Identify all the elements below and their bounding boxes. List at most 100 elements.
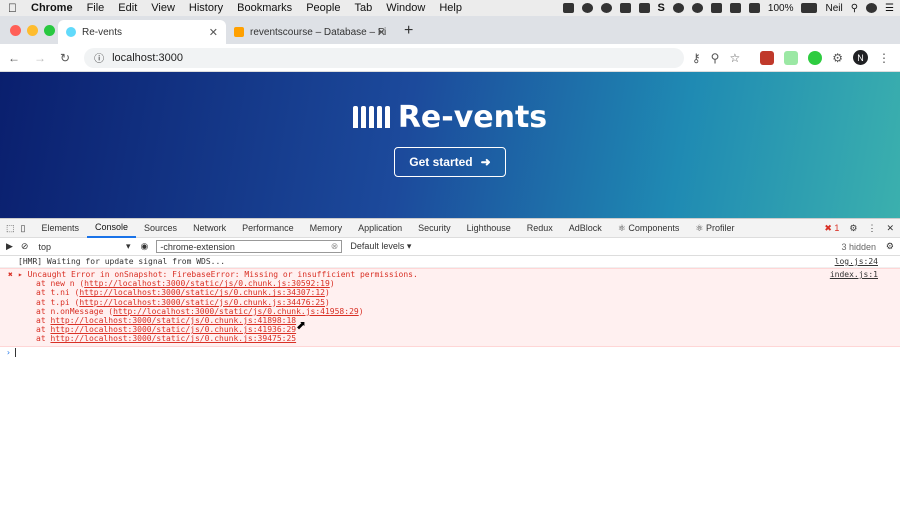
window-icon[interactable] xyxy=(638,3,650,13)
key-icon[interactable]: ⚷ xyxy=(692,51,701,65)
menu-view[interactable]: View xyxy=(151,2,175,14)
info-icon[interactable]: ⓘ xyxy=(94,50,104,65)
chat-icon[interactable] xyxy=(600,3,612,13)
error-source-link[interactable]: index.js:1 xyxy=(830,270,878,279)
menu-history[interactable]: History xyxy=(189,2,223,14)
tab-firebase[interactable]: reventscourse – Database – Fi ✕ xyxy=(226,20,394,44)
minimize-window-button[interactable] xyxy=(27,25,38,36)
puzzle-extensions-icon[interactable]: ⚙ xyxy=(832,51,843,65)
arrow-right-icon: ➜ xyxy=(480,154,491,169)
console-toolbar: ▶ ⊘ top ▾ ◉ -chrome-extension ⊗ Default … xyxy=(0,238,900,256)
s-icon[interactable]: S xyxy=(658,2,665,14)
log-message: [HMR] Waiting for update signal from WDS… xyxy=(18,257,226,266)
brand-title: Re-vents xyxy=(397,99,548,135)
error-icon: ✖ xyxy=(8,270,13,279)
menu-app-name[interactable]: Chrome xyxy=(31,2,73,14)
tab-network[interactable]: Network xyxy=(185,218,234,238)
battery-percent[interactable]: 100% xyxy=(768,3,794,14)
tab-components[interactable]: ⚛ Components xyxy=(610,218,688,238)
clock-icon[interactable] xyxy=(691,3,703,13)
tab-console[interactable]: Console xyxy=(87,218,137,238)
context-select[interactable]: top ▾ xyxy=(36,240,132,253)
profile-avatar[interactable]: N xyxy=(853,50,868,65)
grid-icon[interactable] xyxy=(710,3,722,13)
tray-app-icon[interactable] xyxy=(562,3,574,13)
close-tab-icon[interactable]: ✕ xyxy=(377,26,386,39)
menu-window[interactable]: Window xyxy=(386,2,425,14)
console-filter-input[interactable]: -chrome-extension ⊗ xyxy=(156,240,343,253)
frame-prefix: at xyxy=(36,334,51,344)
error-count: 1 xyxy=(834,222,840,233)
maximize-window-button[interactable] xyxy=(44,25,55,36)
spotlight-icon[interactable]: ⚲ xyxy=(851,3,858,14)
stack-link[interactable]: http://localhost:3000/static/js/0.chunk.… xyxy=(50,316,296,325)
menu-file[interactable]: File xyxy=(87,2,105,14)
menu-help[interactable]: Help xyxy=(439,2,462,14)
wifi-icon[interactable] xyxy=(729,3,741,13)
control-center-icon[interactable]: ☰ xyxy=(885,3,894,14)
siri-icon[interactable] xyxy=(866,3,878,13)
redux-extension-icon[interactable] xyxy=(784,50,799,65)
tab-title: reventscourse – Database – Fi xyxy=(249,26,386,38)
close-window-button[interactable] xyxy=(10,25,21,36)
new-tab-button[interactable]: + xyxy=(404,22,413,40)
levels-dropdown[interactable]: Default levels ▾ xyxy=(350,241,411,252)
forward-icon[interactable]: → xyxy=(34,51,46,65)
tab-lighthouse[interactable]: Lighthouse xyxy=(459,218,519,238)
screen-icon[interactable] xyxy=(619,3,631,13)
clear-console-icon[interactable]: ⊘ xyxy=(21,241,29,252)
volume-icon[interactable] xyxy=(748,3,760,13)
tab-redux[interactable]: Redux xyxy=(519,218,561,238)
menu-tab[interactable]: Tab xyxy=(354,2,372,14)
menu-people[interactable]: People xyxy=(306,2,340,14)
window-controls xyxy=(10,25,55,36)
close-devtools-icon[interactable]: ✕ xyxy=(886,223,894,234)
error-count-badge[interactable]: ✖ 1 xyxy=(824,223,839,234)
tab-sources[interactable]: Sources xyxy=(136,218,185,238)
stack-link[interactable]: http://localhost:3000/static/js/0.chunk.… xyxy=(84,279,330,288)
more-menu-icon[interactable]: ⋮ xyxy=(878,51,890,65)
adblock-extension-icon[interactable] xyxy=(808,50,823,65)
live-expression-eye-icon[interactable]: ◉ xyxy=(140,241,148,252)
tab-adblock[interactable]: AdBlock xyxy=(561,218,610,238)
address-bar[interactable]: ⓘ localhost:3000 xyxy=(84,47,685,68)
clear-filter-icon[interactable]: ⊗ xyxy=(331,241,339,252)
devtools-more-icon[interactable]: ⋮ xyxy=(867,223,876,234)
tab-profiler[interactable]: ⚛ Profiler xyxy=(687,218,742,238)
sidebar-toggle-icon[interactable]: ▶ xyxy=(6,241,13,252)
back-icon[interactable]: ← xyxy=(8,51,20,65)
zoom-icon[interactable]: ⚲ xyxy=(711,51,720,65)
cloud-icon[interactable] xyxy=(581,3,593,13)
browser-tab-bar: Re-vents ✕ reventscourse – Database – Fi… xyxy=(0,16,900,44)
console-prompt[interactable]: › xyxy=(0,347,900,359)
user-name[interactable]: Neil xyxy=(825,3,842,14)
bookmark-star-icon[interactable]: ☆ xyxy=(729,51,740,65)
tab-security[interactable]: Security xyxy=(410,218,459,238)
expand-triangle-icon[interactable]: ▸ xyxy=(18,270,23,279)
stack-link[interactable]: http://localhost:3000/static/js/0.chunk.… xyxy=(113,307,359,316)
get-started-button[interactable]: Get started ➜ xyxy=(394,146,506,177)
tab-revents[interactable]: Re-vents ✕ xyxy=(58,20,226,44)
inspect-icon[interactable]: ⬚ xyxy=(6,223,15,234)
drive-icon[interactable] xyxy=(672,3,684,13)
device-toggle-icon[interactable]: ▯ xyxy=(21,223,26,234)
tab-performance[interactable]: Performance xyxy=(234,218,302,238)
reload-icon[interactable]: ↻ xyxy=(60,51,70,65)
menu-bookmarks[interactable]: Bookmarks xyxy=(237,2,292,14)
close-tab-icon[interactable]: ✕ xyxy=(209,26,218,39)
stack-link[interactable]: http://localhost:3000/static/js/0.chunk.… xyxy=(79,288,325,297)
stack-link[interactable]: http://localhost:3000/static/js/0.chunk.… xyxy=(50,325,296,334)
ublock-extension-icon[interactable] xyxy=(760,50,775,65)
error-message[interactable]: Uncaught Error in onSnapshot: FirebaseEr… xyxy=(28,270,418,279)
settings-gear-icon[interactable]: ⚙ xyxy=(849,223,857,234)
log-source-link[interactable]: log.js:24 xyxy=(835,257,878,266)
tab-application[interactable]: Application xyxy=(350,218,410,238)
stack-link[interactable]: http://localhost:3000/static/js/0.chunk.… xyxy=(79,298,325,307)
console-settings-icon[interactable]: ⚙ xyxy=(886,241,894,252)
frame-suffix: ) xyxy=(329,279,335,289)
tab-memory[interactable]: Memory xyxy=(302,218,351,238)
tab-elements[interactable]: Elements xyxy=(33,218,87,238)
apple-menu-icon[interactable]:  xyxy=(8,1,17,15)
stack-link[interactable]: http://localhost:3000/static/js/0.chunk.… xyxy=(50,334,296,343)
menu-edit[interactable]: Edit xyxy=(118,2,137,14)
